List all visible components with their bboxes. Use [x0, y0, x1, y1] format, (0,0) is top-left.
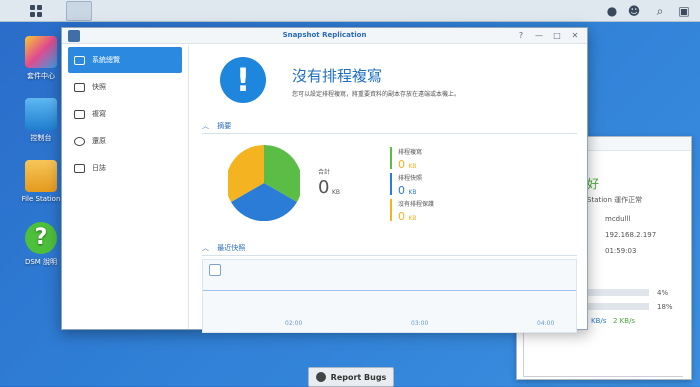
sidebar: 系統總覽 快照 複寫 還原 日誌 [62, 45, 189, 329]
main-menu-icon[interactable] [28, 2, 44, 20]
sidebar-item-snapshots[interactable]: 快照 [68, 74, 182, 100]
maximize-icon[interactable]: □ [551, 30, 563, 42]
replication-icon [74, 109, 85, 119]
desktop-icon-label: File Station [21, 195, 61, 203]
divider [202, 255, 577, 256]
status-description: 您可以設定排程複寫，將重要資料的副本存放在遠端或本機上。 [292, 91, 461, 98]
summary-section-toggle[interactable]: ︿ 摘要 [202, 121, 231, 131]
sidebar-item-label: 快照 [92, 83, 106, 91]
restore-icon [74, 136, 85, 146]
timeline-tick-label: 02:00 [285, 320, 303, 327]
sidebar-item-label: 系統總覽 [92, 56, 120, 64]
timeline-tick-label: 03:00 [411, 320, 429, 327]
legend-label: 沒有排程保護 [398, 201, 435, 208]
taskbar: ● ☻ ⌕ ▣ [0, 0, 700, 22]
legend-value: 0 KB [398, 158, 422, 171]
sidebar-item-label: 複寫 [92, 110, 106, 118]
divider [202, 133, 577, 134]
upload-speed: KB/s [591, 317, 607, 325]
legend-scheduled-replication: 排程複寫 0 KB [390, 147, 423, 171]
help-icon: ? [25, 222, 57, 254]
sidebar-item-overview[interactable]: 系統總覽 [68, 47, 182, 73]
legend-value-number: 0 [398, 210, 405, 223]
sidebar-item-restore[interactable]: 還原 [68, 128, 182, 154]
taskbar-snapshot-replication-icon[interactable] [66, 1, 92, 21]
download-speed: 2 KB/s [613, 317, 636, 325]
window-titlebar[interactable]: Snapshot Replication ? — □ ✕ [62, 28, 587, 44]
legend-label: 排程複寫 [398, 149, 423, 156]
window-title: Snapshot Replication [282, 31, 367, 39]
snapshot-timeline[interactable]: 02:00 03:00 04:00 [202, 259, 577, 333]
chevron-up-icon: ︿ [202, 122, 209, 130]
report-bugs-button[interactable]: Report Bugs [308, 367, 394, 387]
legend-unit: KB [408, 189, 417, 196]
sidebar-item-label: 還原 [92, 137, 106, 145]
total-value: 0 [318, 177, 330, 198]
desktop-icon-file-station[interactable]: File Station [15, 160, 67, 203]
report-bugs-label: Report Bugs [330, 372, 387, 382]
status-title: 沒有排程複寫 [292, 67, 383, 85]
widgets-icon[interactable]: ▣ [676, 3, 692, 19]
chevron-up-icon: ︿ [202, 244, 209, 252]
minimize-icon[interactable]: — [533, 30, 545, 42]
desktop-icon-dsm-help[interactable]: ? DSM 說明 [15, 222, 67, 267]
widget-hostname: mcdulll [605, 215, 631, 223]
recent-snapshots-heading: 最近快照 [217, 244, 246, 252]
legend-value: 0 KB [398, 210, 434, 223]
total-label: 合計 [318, 169, 331, 176]
desktop-icon-label: 套件中心 [27, 72, 55, 80]
legend-value-number: 0 [398, 184, 405, 197]
timeline-tick-label: 04:00 [537, 320, 555, 327]
desktop-icon-label: 控制台 [30, 134, 52, 142]
calendar-icon[interactable] [209, 264, 221, 276]
control-panel-icon [25, 98, 57, 130]
bug-icon [315, 372, 326, 382]
chat-icon[interactable]: ● [604, 3, 620, 19]
summary-heading: 摘要 [217, 122, 232, 130]
legend-value-number: 0 [398, 158, 405, 171]
legend-unit: KB [408, 215, 417, 222]
overview-icon [74, 55, 85, 65]
close-icon[interactable]: ✕ [569, 30, 581, 42]
sidebar-item-label: 日誌 [92, 164, 106, 172]
camera-icon [74, 82, 85, 92]
widget-ip: 192.168.2.197 [605, 231, 657, 239]
ram-value: 18% [657, 303, 673, 311]
help-icon[interactable]: ? [515, 30, 527, 42]
main-content: ! 沒有排程複寫 您可以設定排程複寫，將重要資料的副本存放在遠端或本機上。 ︿ … [190, 45, 587, 333]
desktop-icon-control-panel[interactable]: 控制台 [15, 98, 67, 143]
search-icon[interactable]: ⌕ [652, 3, 668, 19]
total-unit: KB [332, 189, 341, 196]
legend-value: 0 KB [398, 184, 422, 197]
legend-label: 排程快照 [398, 175, 423, 182]
timeline-axis [203, 290, 576, 291]
widget-status: 好 [587, 177, 600, 191]
legend-unit: KB [408, 163, 417, 170]
desktop-icon-package-center[interactable]: 套件中心 [15, 36, 67, 81]
file-station-icon [25, 160, 57, 192]
widget-uptime: 01:59:03 [605, 247, 637, 255]
legend-unprotected: 沒有排程保護 0 KB [390, 199, 435, 223]
network-graph [523, 329, 683, 377]
widget-status-line: Station 運作正常 [587, 196, 643, 204]
desktop-icon-label: DSM 說明 [24, 258, 58, 266]
legend-scheduled-snapshots: 排程快照 0 KB [390, 173, 423, 197]
info-status-icon: ! [220, 57, 266, 103]
cpu-value: 4% [657, 289, 669, 297]
snapshot-replication-window: Snapshot Replication ? — □ ✕ 系統總覽 快照 複寫 … [61, 27, 588, 333]
recent-snapshots-section-toggle[interactable]: ︿ 最近快照 [202, 243, 245, 253]
sidebar-item-replication[interactable]: 複寫 [68, 101, 182, 127]
package-center-icon [25, 36, 57, 68]
summary-pie-chart [228, 145, 300, 221]
log-icon [74, 163, 85, 173]
sidebar-item-log[interactable]: 日誌 [68, 155, 182, 181]
user-icon[interactable]: ☻ [626, 3, 642, 19]
